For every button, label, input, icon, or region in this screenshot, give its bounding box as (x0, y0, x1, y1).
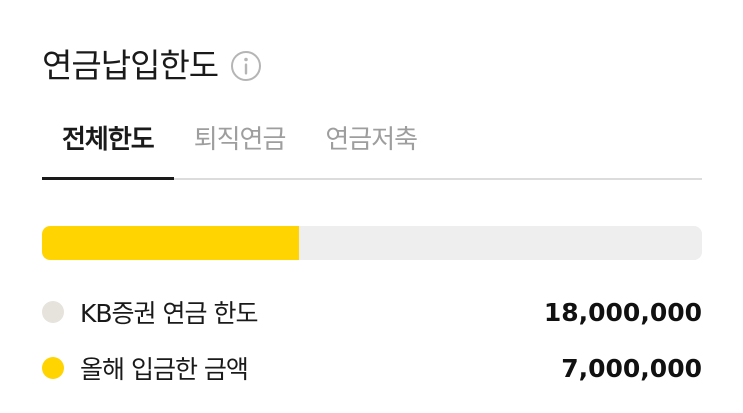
legend-value-deposit: 7,000,000 (561, 353, 702, 383)
legend-label-limit: KB증권 연금 한도 (80, 299, 258, 328)
legend-dot-deposit (42, 357, 64, 379)
limit-progress-bar (42, 226, 702, 260)
tab-retirement-pension[interactable]: 퇴직연금 (174, 112, 306, 178)
tab-pension-savings[interactable]: 연금저축 (305, 112, 437, 178)
legend-label-deposit: 올해 입금한 금액 (80, 355, 249, 384)
legend-value-limit: 18,000,000 (543, 297, 702, 327)
legend-row-limit: KB증권 연금 한도 18,000,000 (42, 292, 702, 332)
page-title: 연금납입한도 (42, 46, 219, 85)
legend-row-deposit: 올해 입금한 금액 7,000,000 (42, 348, 702, 388)
section-header: 연금납입한도 (42, 40, 264, 92)
info-circle-icon[interactable] (228, 48, 264, 84)
tab-bar: 전체한도 퇴직연금 연금저축 (42, 112, 702, 180)
tab-total-limit[interactable]: 전체한도 (42, 112, 174, 180)
deposit-progress-fill (42, 226, 299, 260)
legend-dot-limit (42, 301, 64, 323)
